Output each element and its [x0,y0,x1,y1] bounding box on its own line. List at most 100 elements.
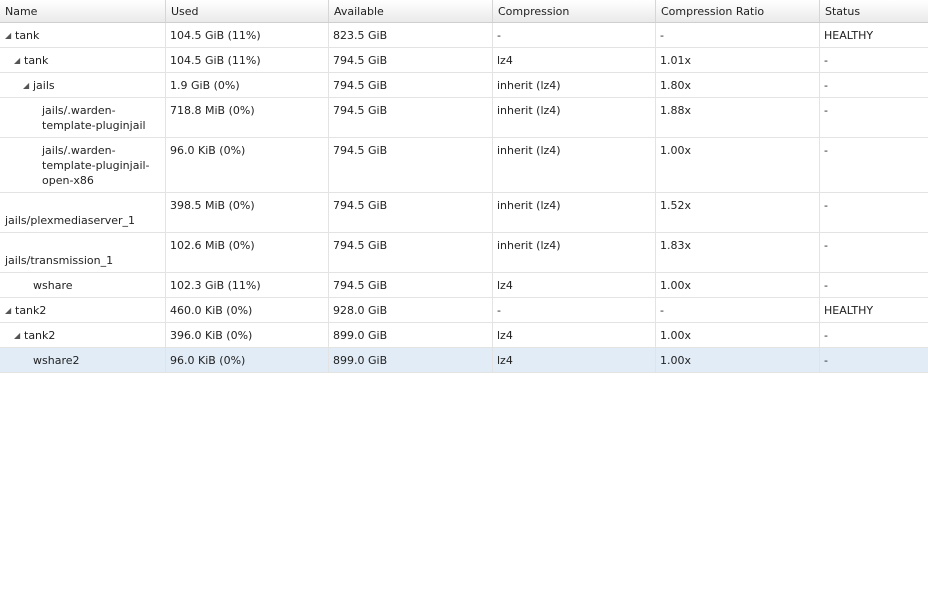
column-header-status[interactable]: Status [820,0,928,22]
cell-compression: inherit (lz4) [493,98,656,137]
cell-compression-ratio: 1.01x [656,48,820,72]
dataset-name: jails/plexmediaserver_1 [5,214,136,227]
cell-used: 102.6 MiB (0%) [166,233,329,272]
dataset-name: jails/.warden-template-pluginjail-open-x… [42,144,150,187]
cell-compression-ratio: - [656,298,820,322]
cell-used: 96.0 KiB (0%) [166,348,329,372]
cell-compression-ratio: 1.88x [656,98,820,137]
dataset-name: jails [33,79,55,92]
grid-body: ◢ tank 104.5 GiB (11%) 823.5 GiB - - HEALTHY ◢ t… [0,23,928,373]
grid-header: Name Used Available Compression Compress… [0,0,928,23]
cell-status: - [824,54,828,67]
cell-name: ◢ tank2 [0,323,166,347]
dataset-name: jails/.warden-template-pluginjail [42,104,146,132]
cell-status: - [824,199,828,212]
column-header-used[interactable]: Used [166,0,329,22]
cell-name: ◢ tank [0,23,166,47]
dataset-name: tank [15,29,40,42]
cell-compression-ratio: - [656,23,820,47]
dataset-name: tank2 [15,304,47,317]
column-header-compression[interactable]: Compression [493,0,656,22]
cell-name: jails/.warden-template-pluginjail-open-x… [0,138,166,192]
tree-row[interactable]: jails/.warden-template-pluginjail 718.8 M… [0,98,928,138]
cell-used: 718.8 MiB (0%) [166,98,329,137]
cell-name: jails/transmission_1 [0,233,166,272]
cell-name: ◢ jails [0,73,166,97]
cell-available: 794.5 GiB [329,73,493,97]
cell-compression: lz4 [493,348,656,372]
cell-compression: lz4 [493,48,656,72]
cell-available: 794.5 GiB [329,98,493,137]
tree-row[interactable]: ◢ jails 1.9 GiB (0%) 794.5 GiB inherit (lz4)… [0,73,928,98]
dataset-name: wshare [33,279,73,292]
volumes-tree-grid: Name Used Available Compression Compress… [0,0,928,373]
expand-toggle-icon[interactable]: ◢ [23,78,33,93]
cell-available: 794.5 GiB [329,193,493,232]
cell-compression: inherit (lz4) [493,233,656,272]
tree-row[interactable]: ◢ tank 104.5 GiB (11%) 823.5 GiB - - HEALTHY [0,23,928,48]
cell-used: 96.0 KiB (0%) [166,138,329,192]
tree-row[interactable]: jails/plexmediaserver_1 398.5 MiB (0%) 794… [0,193,928,233]
cell-available: 794.5 GiB [329,138,493,192]
cell-status: - [824,239,828,252]
cell-compression: lz4 [493,273,656,297]
cell-compression-ratio: 1.52x [656,193,820,232]
cell-used: 398.5 MiB (0%) [166,193,329,232]
cell-status: - [824,279,828,292]
cell-available: 899.0 GiB [329,323,493,347]
dataset-name: wshare2 [33,354,80,367]
cell-status: - [824,144,828,157]
expand-toggle-icon[interactable]: ◢ [14,53,24,68]
cell-status: - [824,354,828,367]
cell-name: wshare2 [0,348,166,372]
tree-row[interactable]: wshare2 96.0 KiB (0%) 899.0 GiB lz4 1.00x - [0,348,928,373]
cell-name: ◢ tank [0,48,166,72]
cell-compression: inherit (lz4) [493,193,656,232]
dataset-name: jails/transmission_1 [5,254,114,267]
cell-used: 104.5 GiB (11%) [166,48,329,72]
cell-status: - [824,329,828,342]
column-header-available[interactable]: Available [329,0,493,22]
expand-toggle-icon[interactable]: ◢ [5,28,15,43]
cell-compression: inherit (lz4) [493,73,656,97]
expand-toggle-icon[interactable]: ◢ [5,303,15,318]
cell-available: 794.5 GiB [329,48,493,72]
cell-compression: - [493,23,656,47]
cell-available: 823.5 GiB [329,23,493,47]
tree-row[interactable]: jails/transmission_1 102.6 MiB (0%) 794.5 … [0,233,928,273]
column-header-name[interactable]: Name [0,0,166,22]
cell-compression-ratio: 1.00x [656,138,820,192]
cell-status: HEALTHY [824,29,874,42]
cell-compression-ratio: 1.80x [656,73,820,97]
cell-available: 794.5 GiB [329,233,493,272]
cell-used: 102.3 GiB (11%) [166,273,329,297]
dataset-name: tank [24,54,49,67]
cell-used: 460.0 KiB (0%) [166,298,329,322]
cell-name: wshare [0,273,166,297]
dataset-name: tank2 [24,329,56,342]
column-header-compression-ratio[interactable]: Compression Ratio [656,0,820,22]
cell-available: 899.0 GiB [329,348,493,372]
cell-compression-ratio: 1.00x [656,273,820,297]
cell-used: 104.5 GiB (11%) [166,23,329,47]
tree-row[interactable]: ◢ tank2 460.0 KiB (0%) 928.0 GiB - - HEALTHY [0,298,928,323]
tree-row[interactable]: wshare 102.3 GiB (11%) 794.5 GiB lz4 1.00x - [0,273,928,298]
tree-row[interactable]: ◢ tank 104.5 GiB (11%) 794.5 GiB lz4 1.01x - [0,48,928,73]
tree-row[interactable]: jails/.warden-template-pluginjail-open-x… [0,138,928,193]
cell-status: - [824,79,828,92]
cell-name: jails/plexmediaserver_1 [0,193,166,232]
cell-name: jails/.warden-template-pluginjail [0,98,166,137]
cell-compression-ratio: 1.83x [656,233,820,272]
cell-compression-ratio: 1.00x [656,323,820,347]
cell-used: 1.9 GiB (0%) [166,73,329,97]
cell-status: HEALTHY [824,304,874,317]
cell-compression-ratio: 1.00x [656,348,820,372]
cell-compression: lz4 [493,323,656,347]
expand-toggle-icon[interactable]: ◢ [14,328,24,343]
cell-name: ◢ tank2 [0,298,166,322]
cell-status: - [824,104,828,117]
tree-row[interactable]: ◢ tank2 396.0 KiB (0%) 899.0 GiB lz4 1.00x - [0,323,928,348]
cell-compression: inherit (lz4) [493,138,656,192]
cell-available: 928.0 GiB [329,298,493,322]
cell-compression: - [493,298,656,322]
